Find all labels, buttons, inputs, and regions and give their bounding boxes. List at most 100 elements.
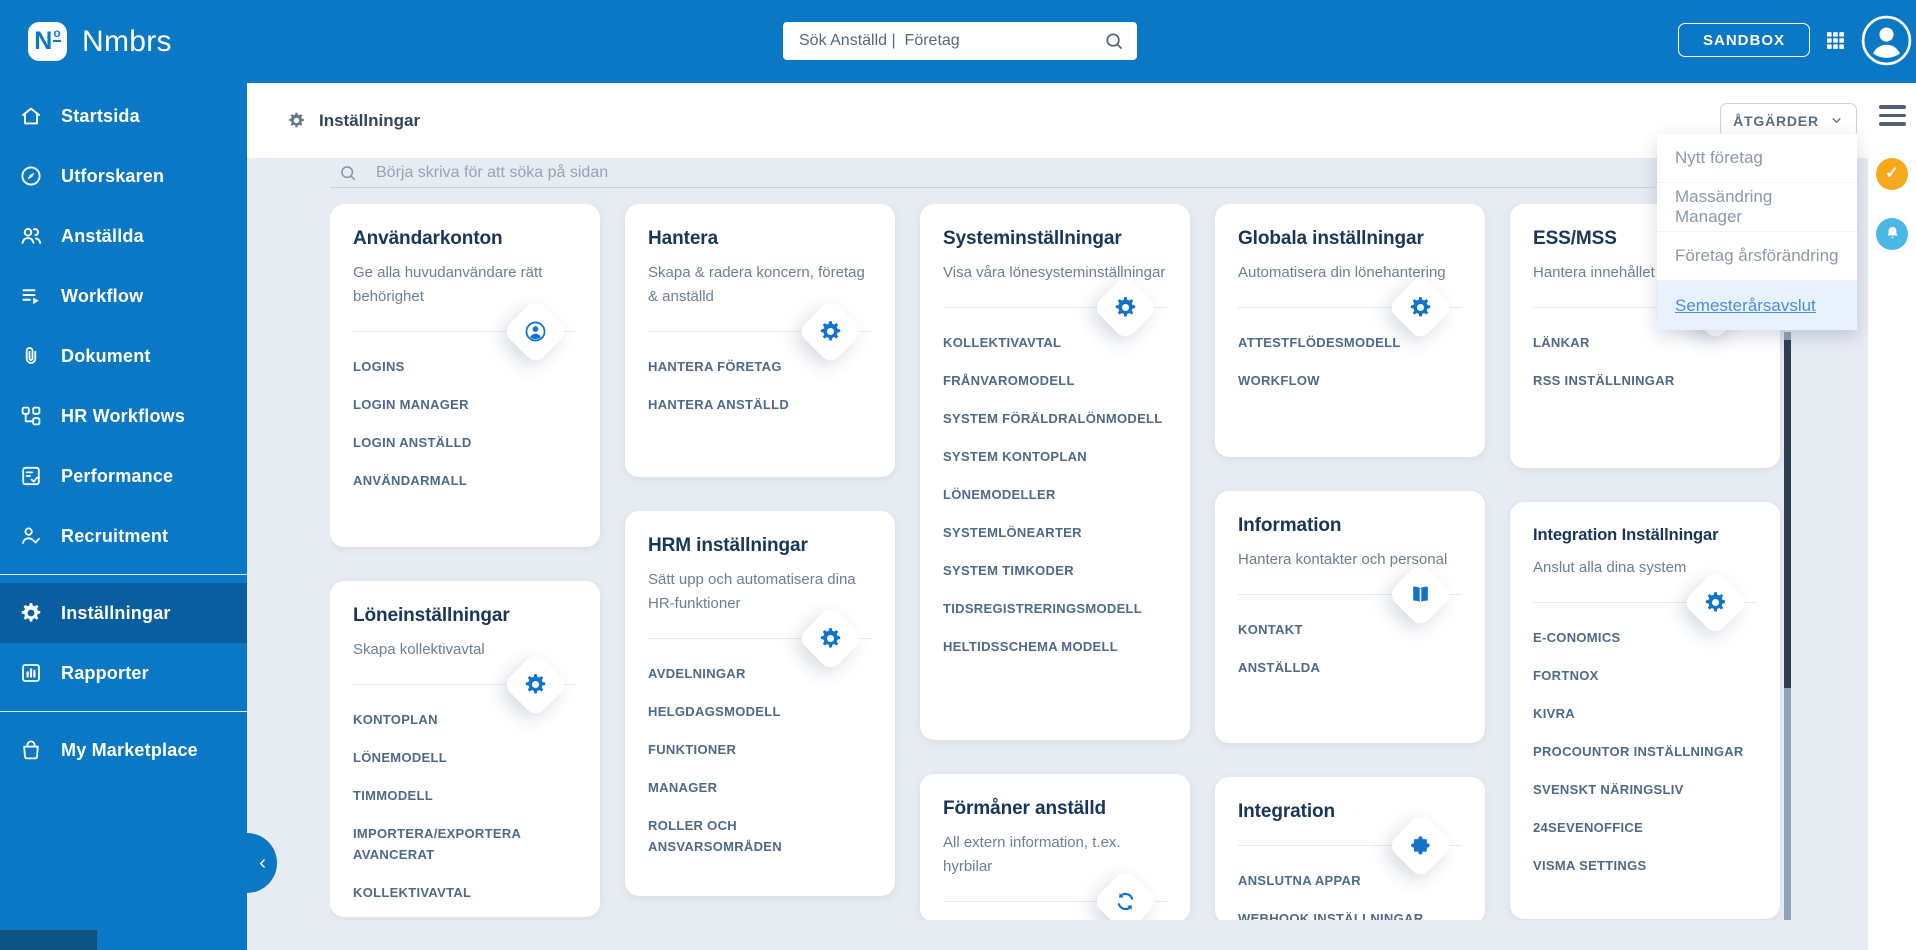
gear-icon [1408,295,1433,320]
card-link-avdelningar[interactable]: AVDELNINGAR [648,663,872,684]
card-link-heltidsschema-modell[interactable]: HELTIDSSCHEMA MODELL [943,636,1167,657]
sidebar-item-utforskaren[interactable]: Utforskaren [0,146,247,206]
card-link-tidsregistreringsmodell[interactable]: TIDSREGISTRERINGSMODELL [943,598,1167,619]
menu-item-semesterarsavslut[interactable]: Semesterårsavslut [1657,281,1857,330]
card-link-lonemodell[interactable]: LÖNEMODELL [353,747,577,768]
sandbox-button[interactable]: SANDBOX [1678,23,1810,57]
card-link-login-manager[interactable]: LOGIN MANAGER [353,394,577,415]
card-link-hantera-foretag[interactable]: HANTERA FÖRETAG [648,356,872,377]
card-link-visma-settings[interactable]: VISMA SETTINGS [1533,855,1757,876]
menu-icon[interactable] [1878,105,1906,126]
card-link-helgdagsmodell[interactable]: HELGDAGSMODELL [648,701,872,722]
sidebar-item-workflow[interactable]: Workflow [0,266,247,326]
logo-sup: o [53,26,61,42]
card-link-kivra[interactable]: KIVRA [1533,703,1757,724]
card-divider [648,605,872,672]
page-search-input[interactable] [374,162,1780,183]
card-title: HRM inställningar [648,535,808,556]
card-link-kontakt[interactable]: KONTAKT [1238,619,1462,640]
person-circle-icon [523,319,548,344]
sidebar-item-hr-workflows[interactable]: HR Workflows [0,386,247,446]
home-icon [19,104,43,128]
apps-grid-icon[interactable] [1824,29,1847,52]
sidebar-item-startsida[interactable]: Startsida [0,86,247,146]
card-links: ATTESTFLÖDESMODELL WORKFLOW [1238,332,1462,391]
scrollbar-thumb[interactable] [1784,340,1791,688]
card-link-system-foraldralonmodell[interactable]: SYSTEM FÖRÄLDRALÖNMODELL [943,408,1167,429]
sidebar-collapse-button[interactable] [217,833,277,893]
sidebar-divider [0,574,247,575]
card-link-anvandarmall[interactable]: ANVÄNDARMALL [353,470,577,491]
gear-icon [818,319,843,344]
puzzle-icon [1408,833,1433,858]
sidebar-item-recruitment[interactable]: Recruitment [0,506,247,566]
card-link-lonemodeller[interactable]: LÖNEMODELLER [943,484,1167,505]
card-divider [648,298,872,365]
card-link-fortnox[interactable]: FORTNOX [1533,665,1757,686]
sidebar-item-rapporter[interactable]: Rapporter [0,643,247,703]
card-link-hantera-anstalld[interactable]: HANTERA ANSTÄLLD [648,394,872,415]
search-icon[interactable] [1103,30,1125,52]
card-link-24sevenoffice[interactable]: 24SEVENOFFICE [1533,817,1757,838]
sidebar-item-label: Anställda [61,225,144,246]
sidebar-item-anstallda[interactable]: Anställda [0,206,247,266]
sidebar-item-my-marketplace[interactable]: My Marketplace [0,720,247,780]
card-link-workflow[interactable]: WORKFLOW [1238,370,1462,391]
brand[interactable]: N o Nmbrs [28,0,172,83]
card-title: Användarkonton [353,228,503,249]
card-link-systemlonearter[interactable]: SYSTEMLÖNEARTER [943,522,1167,543]
card-link-svenskt-naringsliv[interactable]: SVENSKT NÄRINGSLIV [1533,779,1757,800]
card-link-importera-exportera-avancerat[interactable]: IMPORTERA/EXPORTERA AVANCERAT [353,823,577,865]
card-link-franvaromodell[interactable]: FRÅNVAROMODELL [943,370,1167,391]
card-link-kollektivavtal[interactable]: KOLLEKTIVAVTAL [943,332,1167,353]
card-link-lankar[interactable]: LÄNKAR [1533,332,1757,353]
card-loneinstallningar: Löneinställningar Skapa kollektivavtal KON… [330,581,600,917]
topbar: N o Nmbrs SANDBOX [0,0,1916,83]
menu-item-massandring-manager[interactable]: Massändring Manager [1657,183,1857,232]
card-link-login-anstalld[interactable]: LOGIN ANSTÄLLD [353,432,577,453]
card-link-attestflodesmodell[interactable]: ATTESTFLÖDESMODELL [1238,332,1462,353]
card-link-logins[interactable]: LOGINS [353,356,577,377]
card-link-kontoplan[interactable]: KONTOPLAN [353,709,577,730]
card-link-rss-installningar[interactable]: RSS INSTÄLLNINGAR [1533,370,1757,391]
menu-item-foretag-arsforandring[interactable]: Företag årsförändring [1657,232,1857,281]
card-link-anstallda[interactable]: ANSTÄLLDA [1238,657,1462,678]
card-globala-installningar: Globala inställningar Automatisera din lö… [1215,204,1485,457]
menu-item-nytt-foretag[interactable]: Nytt företag [1657,134,1857,183]
card-title: Systeminställningar [943,228,1122,249]
card-link-webhook-installningar[interactable]: WEBHOOK INSTÄLLNINGAR [1238,908,1462,920]
card-link-timmodell[interactable]: TIMMODELL [353,785,577,806]
notification-alerts[interactable] [1876,217,1908,250]
card-links: AVDELNINGAR HELGDAGSMODELL FUNKTIONER MANAG… [648,663,872,857]
card-link-e-conomics[interactable]: E-CONOMICS [1533,627,1757,648]
notification-tasks-done[interactable]: ✓ [1876,157,1908,190]
card-link-funktioner[interactable]: FUNKTIONER [648,739,872,760]
card-title: Integration Inställningar [1533,526,1719,544]
org-icon [19,404,43,428]
card-divider [1238,274,1462,341]
card-subtitle: Sätt upp och automatisera dina HR-funkti… [648,571,856,612]
card-link-manager[interactable]: MANAGER [648,777,872,798]
actions-button[interactable]: ÅTGÄRDER [1720,103,1857,138]
card-title: Globala inställningar [1238,228,1424,249]
card-hrm-installningar: HRM inställningar Sätt upp och automatise… [625,511,895,896]
card-link-anslutna-appar[interactable]: ANSLUTNA APPAR [1238,870,1462,891]
brand-name: Nmbrs [82,24,172,58]
sidebar-item-installningar[interactable]: Inställningar [0,583,247,643]
sidebar-item-performance[interactable]: Performance [0,446,247,506]
card-information: Information Hantera kontakter och persona… [1215,491,1485,743]
card-link-system-timkoder[interactable]: SYSTEM TIMKODER [943,560,1167,581]
card-link-system-kontoplan[interactable]: SYSTEM KONTOPLAN [943,446,1167,467]
card-link-procountor-installningar[interactable]: PROCOUNTOR INSTÄLLNINGAR [1533,741,1757,762]
card-column: Hantera Skapa & radera koncern, företag &… [625,204,895,920]
card-link-kollektivavtal[interactable]: KOLLEKTIVAVTAL [353,882,577,903]
card-link-roller-och-ansvarsomraden[interactable]: ROLLER OCH ANSVARSOMRÅDEN [648,815,872,857]
global-search-input[interactable] [783,32,1103,50]
card-column: Globala inställningar Automatisera din lö… [1215,204,1485,920]
user-avatar-icon[interactable] [1860,14,1913,67]
card-links: LÄNKAR RSS INSTÄLLNINGAR [1533,332,1757,391]
card-divider [943,274,1167,341]
card-hantera: Hantera Skapa & radera koncern, företag &… [625,204,895,477]
sidebar-item-label: Rapporter [61,662,149,683]
sidebar-item-dokument[interactable]: Dokument [0,326,247,386]
